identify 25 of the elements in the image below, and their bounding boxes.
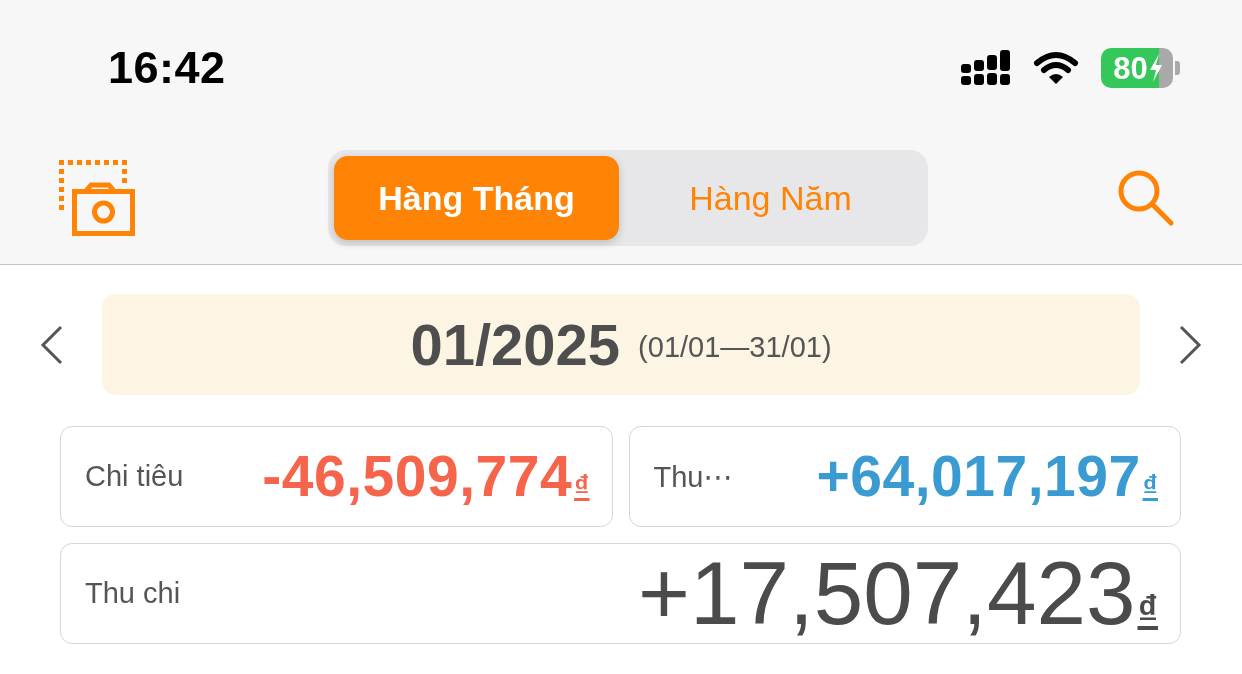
summary-label: Thu⋯ [653, 459, 733, 494]
currency-symbol: ₫ [574, 471, 590, 501]
summary-amount: -46,509,774 [262, 448, 573, 505]
previous-month-button[interactable] [40, 324, 64, 365]
segment-tab[interactable]: Hàng Tháng [334, 156, 619, 240]
status-time: 16:42 [108, 42, 226, 94]
balance-amount: +17,507,423 [638, 549, 1136, 638]
battery-percent: 80 [1113, 52, 1148, 84]
camera-frame-icon [58, 159, 136, 237]
currency-symbol: ₫ [1137, 590, 1158, 630]
currency-symbol: ₫ [1142, 471, 1158, 501]
segment-tab[interactable]: Hàng Năm [619, 156, 922, 240]
wifi-icon [1033, 51, 1079, 85]
next-month-button[interactable] [1178, 324, 1202, 365]
search-icon [1116, 168, 1176, 228]
chevron-right-icon [1178, 324, 1202, 365]
battery-tip-icon [1175, 61, 1180, 75]
balance-label: Thu chi [85, 577, 181, 610]
month-label: 01/2025 [410, 311, 621, 378]
summary-label: Chi tiêu [85, 460, 184, 493]
summary-amount: +64,017,197 [816, 448, 1141, 505]
signal-icon [961, 50, 1011, 86]
chevron-left-icon [40, 324, 64, 365]
date-range: (01/01—31/01) [638, 331, 832, 364]
charging-bolt-icon [1148, 54, 1163, 82]
